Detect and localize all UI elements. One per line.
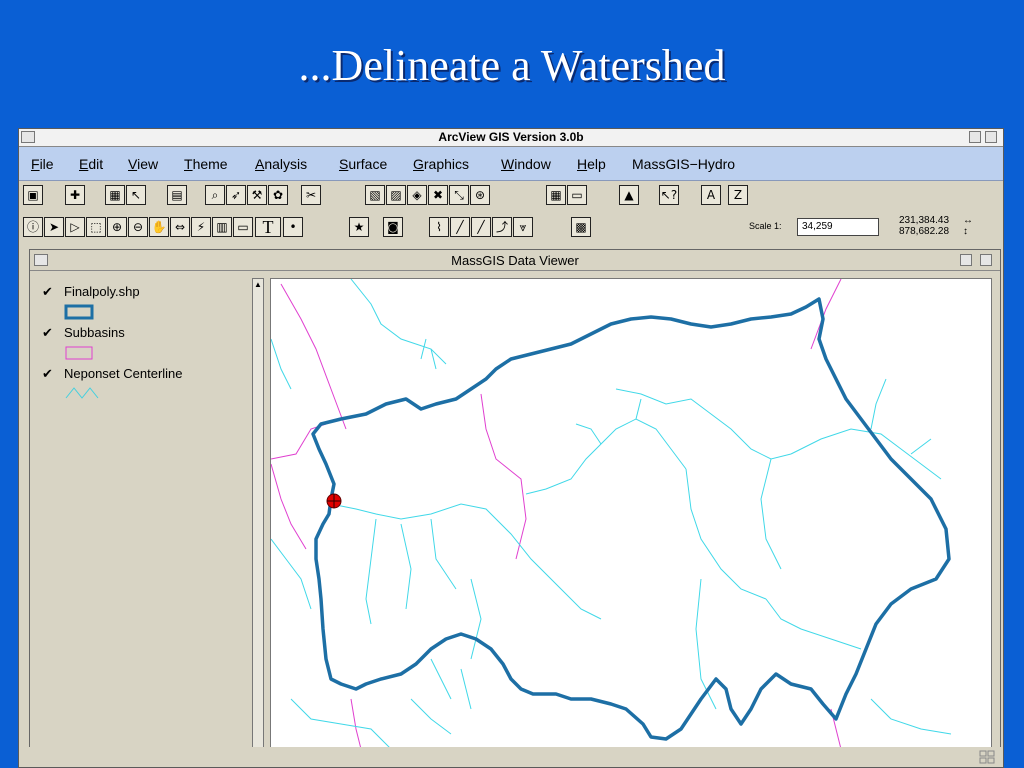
table-of-contents: ✔ Finalpoly.shp ✔ Subbasins ✔ Neponset C… <box>38 278 248 748</box>
toc-scrollbar[interactable]: ▲ <box>252 278 264 748</box>
pointer-tool[interactable]: ➤ <box>44 217 64 237</box>
zoom-in-fixed-button[interactable]: ✖ <box>428 185 448 205</box>
menu-massgis-hydro[interactable]: MassGIS−Hydro <box>632 156 735 172</box>
stream-legend-symbol <box>65 387 99 399</box>
open-table-button[interactable]: ▤ <box>167 185 187 205</box>
button-bar: ▣ ✚ ▦ ↖ ▤ ⌕ ➶ ⚒ ✿ ✂ ▧ ▨ ◈ ✖ ⤡ ⊛ ▦ ▭ ▲ ↖?… <box>19 183 1003 209</box>
maximize-button[interactable] <box>985 131 997 143</box>
z-button[interactable]: Z <box>728 185 748 205</box>
scroll-up-arrow-icon[interactable]: ▲ <box>254 280 262 290</box>
menu-view[interactable]: View <box>128 156 158 172</box>
zoom-full-button[interactable]: ✿ <box>268 185 288 205</box>
add-theme-button[interactable]: ✚ <box>65 185 85 205</box>
horizontal-arrow-icon: ↔ <box>963 215 973 226</box>
area-of-interest-tool[interactable]: ▥ <box>212 217 232 237</box>
vertical-arrow-icon: ↕ <box>963 226 968 237</box>
layer-name: Subbasins <box>64 325 125 340</box>
menu-theme[interactable]: Theme <box>184 156 228 172</box>
scale-label: Scale 1: <box>749 221 782 231</box>
save-project-button[interactable]: ▣ <box>23 185 43 205</box>
vertex-edit-tool[interactable]: ▷ <box>65 217 85 237</box>
profile-tool[interactable]: ⌇ <box>429 217 449 237</box>
view-maximize-button[interactable] <box>980 254 992 266</box>
locate-address-button[interactable]: ➶ <box>226 185 246 205</box>
layer-name: Finalpoly.shp <box>64 284 140 299</box>
app-title: ArcView GIS Version 3.0b <box>438 130 584 144</box>
menu-graphics[interactable]: Graphics <box>413 156 469 172</box>
layer-neponset-centerline[interactable]: ✔ Neponset Centerline <box>38 366 248 406</box>
identify-tool[interactable]: ⓘ <box>23 217 43 237</box>
app-titlebar: ArcView GIS Version 3.0b <box>19 129 1003 147</box>
menu-edit[interactable]: Edit <box>79 156 103 172</box>
draw-point-tool[interactable]: • <box>283 217 303 237</box>
watershed-tool[interactable]: ⩔ <box>513 217 533 237</box>
find-button[interactable]: ⌕ <box>205 185 225 205</box>
map-layout-button[interactable]: ▦ <box>546 185 566 205</box>
flow-path-tool[interactable]: ⤴ <box>492 217 512 237</box>
menu-file[interactable]: File <box>31 156 54 172</box>
camera-tool[interactable]: ◙ <box>383 217 403 237</box>
zoom-active-button[interactable]: ◈ <box>407 185 427 205</box>
text-tool[interactable]: T <box>255 217 281 237</box>
layout-button[interactable]: ▭ <box>567 185 587 205</box>
edit-legend-button[interactable]: ↖ <box>126 185 146 205</box>
outlet-point[interactable] <box>326 493 342 509</box>
map-display[interactable] <box>270 278 992 748</box>
cut-button[interactable]: ✂ <box>301 185 321 205</box>
draw-line-tool-2[interactable]: ╱ <box>471 217 491 237</box>
layer-name: Neponset Centerline <box>64 366 183 381</box>
help-tool-button[interactable]: ↖? <box>659 185 679 205</box>
menu-analysis[interactable]: Analysis <box>255 156 307 172</box>
tool-bar: ⓘ ➤ ▷ ⬚ ⊕ ⊖ ✋ ⇔ ⚡ ▥ ▭ T • ★ ◙ ⌇ ╱ ╱ ⤴ ⩔ … <box>19 215 1003 241</box>
select-features-button[interactable]: ▨ <box>386 185 406 205</box>
view-title: MassGIS Data Viewer <box>451 253 579 268</box>
measure-tool[interactable]: ⇔ <box>170 217 190 237</box>
view-minimize-button[interactable] <box>960 254 972 266</box>
stream-network <box>271 279 952 747</box>
coordinate-y: 878,682.28 <box>899 226 950 237</box>
grid-tool[interactable]: ▩ <box>571 217 591 237</box>
menu-surface[interactable]: Surface <box>339 156 387 172</box>
subbasin-legend-symbol <box>65 346 93 360</box>
layer-visible-checkbox[interactable]: ✔ <box>42 284 53 300</box>
query-builder-button[interactable]: ⚒ <box>247 185 267 205</box>
status-bar <box>19 747 1003 767</box>
layer-finalpoly[interactable]: ✔ Finalpoly.shp <box>38 284 248 324</box>
minimize-button[interactable] <box>969 131 981 143</box>
layer-visible-checkbox[interactable]: ✔ <box>42 325 53 341</box>
slide-title: ...Delineate a Watershed <box>298 41 726 90</box>
label-tool[interactable]: ▭ <box>233 217 253 237</box>
a-button[interactable]: A <box>701 185 721 205</box>
layer-subbasins[interactable]: ✔ Subbasins <box>38 325 248 365</box>
clear-selection-button[interactable]: ▧ <box>365 185 385 205</box>
theme-properties-button[interactable]: ▦ <box>105 185 125 205</box>
zoom-out-tool[interactable]: ⊖ <box>128 217 148 237</box>
draw-line-tool[interactable]: ╱ <box>450 217 470 237</box>
map-canvas[interactable] <box>271 279 992 748</box>
pan-tool[interactable]: ✋ <box>149 217 169 237</box>
zoom-out-fixed-button[interactable]: ⤡ <box>449 185 469 205</box>
zoom-previous-button[interactable]: ⊛ <box>470 185 490 205</box>
coordinate-x: 231,384.43 <box>899 215 950 226</box>
view-window: MassGIS Data Viewer ✔ Finalpoly.shp ✔ Su… <box>29 249 1001 759</box>
hotlink-tool[interactable]: ⚡ <box>191 217 211 237</box>
watershed-boundary <box>311 297 951 741</box>
menubar: File Edit View Theme Analysis Surface Gr… <box>19 147 1003 181</box>
chart-button[interactable]: ▲ <box>619 185 639 205</box>
zoom-in-tool[interactable]: ⊕ <box>107 217 127 237</box>
scale-input[interactable]: 34,259 <box>797 218 879 236</box>
resize-grip-icon[interactable] <box>979 750 995 764</box>
arcview-window: ArcView GIS Version 3.0b File Edit View … <box>18 128 1004 768</box>
view-titlebar: MassGIS Data Viewer <box>30 250 1000 271</box>
polygon-legend-symbol <box>64 304 94 320</box>
layer-visible-checkbox[interactable]: ✔ <box>42 366 53 382</box>
star-tool[interactable]: ★ <box>349 217 369 237</box>
menu-help[interactable]: Help <box>577 156 606 172</box>
select-feature-tool[interactable]: ⬚ <box>86 217 106 237</box>
menu-window[interactable]: Window <box>501 156 551 172</box>
